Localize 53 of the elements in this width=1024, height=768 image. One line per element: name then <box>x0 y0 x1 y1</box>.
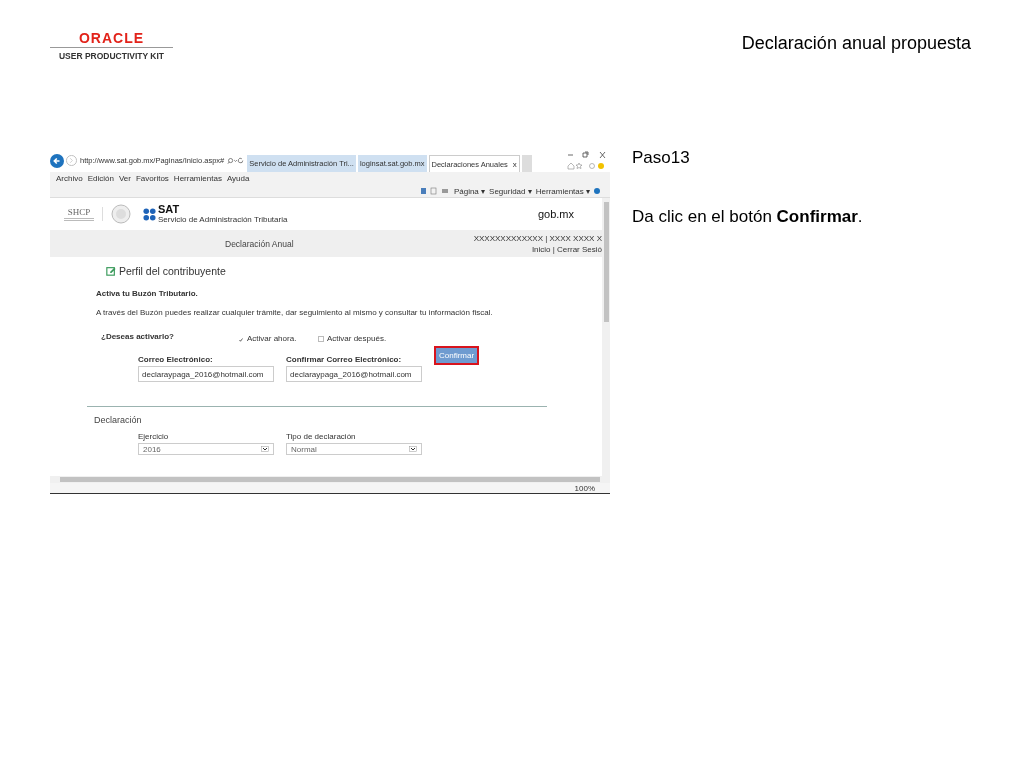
toolbar-menu[interactable]: Seguridad ▾ <box>489 186 532 196</box>
window-controls-icon[interactable] <box>566 151 606 159</box>
email-field[interactable]: declaraypaga_2016@hotmail.com <box>286 366 422 382</box>
user-name: XXXXXXXXXXXXX | XXXX XXXX X <box>473 233 602 243</box>
toolbar-icons[interactable] <box>566 162 606 170</box>
subheading: Activa tu Buzón Tributario. <box>96 289 199 298</box>
gob-logo: gob.mx <box>537 208 574 220</box>
chevron-down-icon <box>261 446 269 452</box>
band-title: Declaración Anual <box>225 238 294 249</box>
menu-item[interactable]: Edición <box>87 174 114 183</box>
search-icon[interactable] <box>227 156 246 165</box>
toolbar-menu[interactable]: Página ▾ <box>453 186 486 196</box>
back-icon[interactable] <box>50 153 64 168</box>
edit-icon <box>106 266 116 276</box>
help-icon[interactable] <box>594 188 600 194</box>
zoom-level[interactable]: 100% <box>574 483 595 493</box>
checkbox-label: Activar ahora. <box>247 334 297 343</box>
field-label: Correo Electrónico: <box>138 355 214 364</box>
field-label: Ejercicio <box>138 432 170 441</box>
shcp-logo: SHCP <box>60 207 103 221</box>
email-field[interactable]: declaraypaga_2016@hotmail.com <box>138 366 274 382</box>
menu-item[interactable]: Ver <box>118 174 131 183</box>
menu-item[interactable]: Ayuda <box>226 174 250 183</box>
checkbox-label: Activar después. <box>327 334 387 343</box>
horizontal-scrollbar[interactable] <box>50 476 610 483</box>
logo-product: USER PRODUCTIVITY KIT <box>58 51 165 61</box>
menu-item[interactable]: Herramientas <box>173 174 222 183</box>
document-title: Declaración anual propuesta <box>741 33 971 54</box>
field-label: Tipo de declaración <box>286 432 357 441</box>
section-heading: Perfil del contribuyente <box>119 265 226 277</box>
toolbar-menu[interactable]: Herramientas ▾ <box>535 186 590 196</box>
chevron-down-icon <box>409 446 417 452</box>
section-heading: Declaración <box>94 415 143 425</box>
menu-item[interactable]: Favoritos <box>135 174 169 183</box>
checkbox[interactable] <box>238 335 244 342</box>
field-label: Confirmar Correo Electrónico: <box>286 355 403 364</box>
sat-logo-icon <box>143 207 156 221</box>
toolbar-icons[interactable] <box>419 187 450 195</box>
step-title: Paso13 <box>632 148 691 168</box>
instruction-text: Da clic en el botón Confirmar. <box>632 207 863 227</box>
sat-logo-text: SAT <box>158 204 181 215</box>
forward-icon[interactable] <box>66 155 77 166</box>
header-links[interactable]: Inicio | Cerrar Sesió <box>531 244 602 254</box>
sat-subtitle: Servicio de Administración Tributaria <box>158 215 288 224</box>
menu-item[interactable]: Archivo <box>56 174 83 183</box>
dropdown[interactable]: Normal <box>286 443 422 455</box>
seal-icon <box>111 204 131 224</box>
checkbox[interactable] <box>318 335 324 342</box>
vertical-scrollbar[interactable] <box>602 198 610 476</box>
question-label: ¿Deseas activarlo? <box>101 331 175 341</box>
description-text: A través del Buzón puedes realizar cualquier trámite, dar seguimiento al mismo y consultar tu información fiscal. <box>96 308 494 317</box>
dropdown[interactable]: 2016 <box>138 443 274 455</box>
logo-brand: ORACLE <box>50 30 173 48</box>
